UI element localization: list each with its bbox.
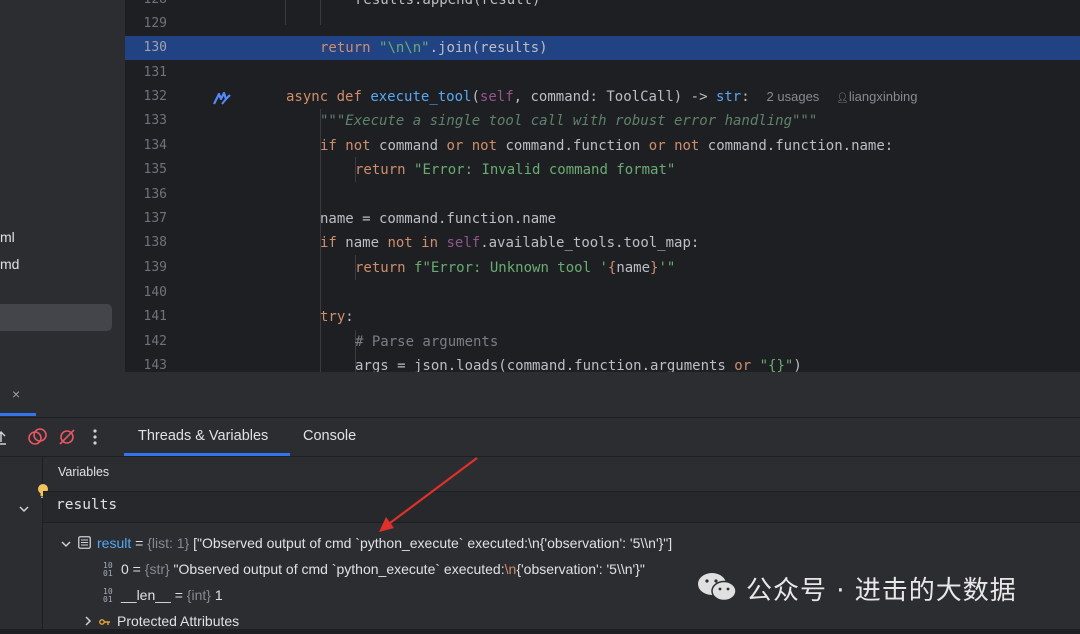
code-text: args = json.loads(command.function.argum… <box>355 358 802 372</box>
code-text: # Parse arguments <box>355 334 499 350</box>
project-file-item[interactable]: md <box>0 256 19 272</box>
tree-row-result[interactable]: result = {list: 1} ["Observed output of … <box>60 531 672 555</box>
protected-attributes-label: Protected Attributes <box>117 613 240 629</box>
code-text: return "Error: Invalid command format" <box>355 162 676 178</box>
code-text: """Execute a single tool call with robus… <box>320 113 818 129</box>
active-tab-indicator <box>124 453 290 456</box>
line-number: 130 <box>143 40 167 55</box>
code-line: 128 results.append(result) <box>125 0 1080 12</box>
code-line: 143 args = json.loads(command.function.a… <box>125 354 1080 372</box>
watermark-text: 公众号 · 进击的大数据 <box>746 576 1017 606</box>
variable-value: "Observed output of cmd `python_execute`… <box>169 561 505 577</box>
line-number: 131 <box>143 65 167 80</box>
project-selected-row[interactable] <box>0 304 112 331</box>
close-icon[interactable]: × <box>12 386 20 402</box>
more-options-icon[interactable] <box>88 428 106 446</box>
line-number: 132 <box>143 89 167 104</box>
code-line: 134 if not command or not command.functi… <box>125 134 1080 158</box>
tab-console[interactable]: Console <box>303 428 356 444</box>
equals-sign: = <box>170 587 187 603</box>
key-icon <box>99 610 111 634</box>
code-line: 133 """Execute a single tool call with r… <box>125 109 1080 133</box>
line-number: 133 <box>143 113 167 128</box>
mute-breakpoints-icon[interactable] <box>58 428 76 446</box>
code-line: 135 return "Error: Invalid command forma… <box>125 158 1080 182</box>
line-number: 141 <box>143 309 167 324</box>
tab-threads-variables[interactable]: Threads & Variables <box>138 428 268 444</box>
primitive-variable-icon: 10 01 <box>103 561 113 579</box>
watch-expression-row[interactable]: results <box>43 491 1080 523</box>
line-number: 137 <box>143 211 167 226</box>
variable-type: {str} <box>144 561 170 577</box>
equals-sign: = <box>128 561 145 577</box>
primitive-variable-icon: 10 01 <box>103 587 113 605</box>
code-text: results.append(result) <box>355 0 541 8</box>
line-number: 129 <box>143 16 167 31</box>
tree-row-len[interactable]: 10 01 __len__ = {int} 1 <box>103 583 223 607</box>
code-line: 142 # Parse arguments <box>125 330 1080 354</box>
ai-assistant-gutter-icon[interactable] <box>213 90 231 105</box>
code-line: 140 <box>125 281 1080 305</box>
variable-name: result <box>97 535 132 551</box>
chevron-right-icon[interactable] <box>83 610 93 634</box>
line-number: 135 <box>143 162 167 177</box>
equals-sign: = <box>131 535 148 551</box>
variable-value: ["Observed output of cmd `python_execute… <box>189 535 673 551</box>
line-number: 143 <box>143 358 167 372</box>
line-number: 134 <box>143 138 167 153</box>
debug-header: × <box>0 372 1080 418</box>
code-text: if not command or not command.function o… <box>320 138 894 154</box>
debug-toolbar: Threads & Variables Console <box>0 418 1080 457</box>
variables-label: Variables <box>58 465 110 479</box>
line-number: 138 <box>143 235 167 250</box>
code-text: try: <box>320 309 354 325</box>
person-icon: 👤︎ <box>836 93 849 104</box>
code-text: if name not in self.available_tools.tool… <box>320 235 700 251</box>
author-hint[interactable]: 👤︎liangxinbing <box>836 89 917 104</box>
tree-row-protected[interactable]: Protected Attributes <box>83 609 239 633</box>
variable-name: __len__ <box>121 587 171 603</box>
chevron-down-icon[interactable] <box>60 532 72 556</box>
usages-hint[interactable]: 2 usages <box>767 89 820 104</box>
chevron-down-icon[interactable] <box>18 501 30 519</box>
variable-type: {int} <box>186 587 211 603</box>
project-file-label: ml <box>0 229 15 245</box>
code-line: 138 if name not in self.available_tools.… <box>125 231 1080 255</box>
code-line: 129 <box>125 12 1080 36</box>
code-text: return "\n\n".join(results) <box>320 40 548 56</box>
view-breakpoints-icon[interactable] <box>28 428 47 446</box>
code-line: 136 <box>125 183 1080 207</box>
variable-value: 1 <box>210 587 223 603</box>
code-line: 141 try: <box>125 305 1080 329</box>
annotation-arrow <box>379 457 478 532</box>
code-line: 131 <box>125 61 1080 85</box>
code-text: name = command.function.name <box>320 211 557 227</box>
variable-type: {list: 1} <box>147 535 190 551</box>
code-text: return f"Error: Unknown tool '{name}'" <box>355 260 676 276</box>
watch-expression[interactable]: results <box>56 497 117 513</box>
active-session-indicator <box>0 413 36 416</box>
project-panel: ml md <box>0 0 125 372</box>
project-file-label: md <box>0 256 20 272</box>
line-number: 139 <box>143 260 167 275</box>
line-number: 140 <box>143 285 167 300</box>
code-line: 137 name = command.function.name <box>125 207 1080 231</box>
project-file-item[interactable]: ml <box>0 229 15 245</box>
variable-name: 0 <box>121 561 129 577</box>
line-number: 142 <box>143 334 167 349</box>
wechat-logo-icon <box>696 570 738 609</box>
code-text: async def execute_tool(self, command: To… <box>286 89 918 105</box>
escape-sequence: \n <box>504 561 517 577</box>
line-number: 136 <box>143 187 167 202</box>
code-editor[interactable]: 128 results.append(result) 129 130 retur… <box>125 0 1080 372</box>
code-line: 139 return f"Error: Unknown tool '{name}… <box>125 256 1080 280</box>
list-variable-icon <box>78 532 91 556</box>
step-out-icon[interactable] <box>0 428 14 446</box>
code-line-current: 130 return "\n\n".join(results) <box>125 36 1080 60</box>
code-line: 132 async def execute_tool(self, command… <box>125 85 1080 109</box>
line-number: 128 <box>125 0 167 12</box>
variable-value: {'observation': '5\\n'}" <box>516 561 645 577</box>
tree-row-item-0[interactable]: 10 01 0 = {str} "Observed output of cmd `p… <box>103 557 645 581</box>
